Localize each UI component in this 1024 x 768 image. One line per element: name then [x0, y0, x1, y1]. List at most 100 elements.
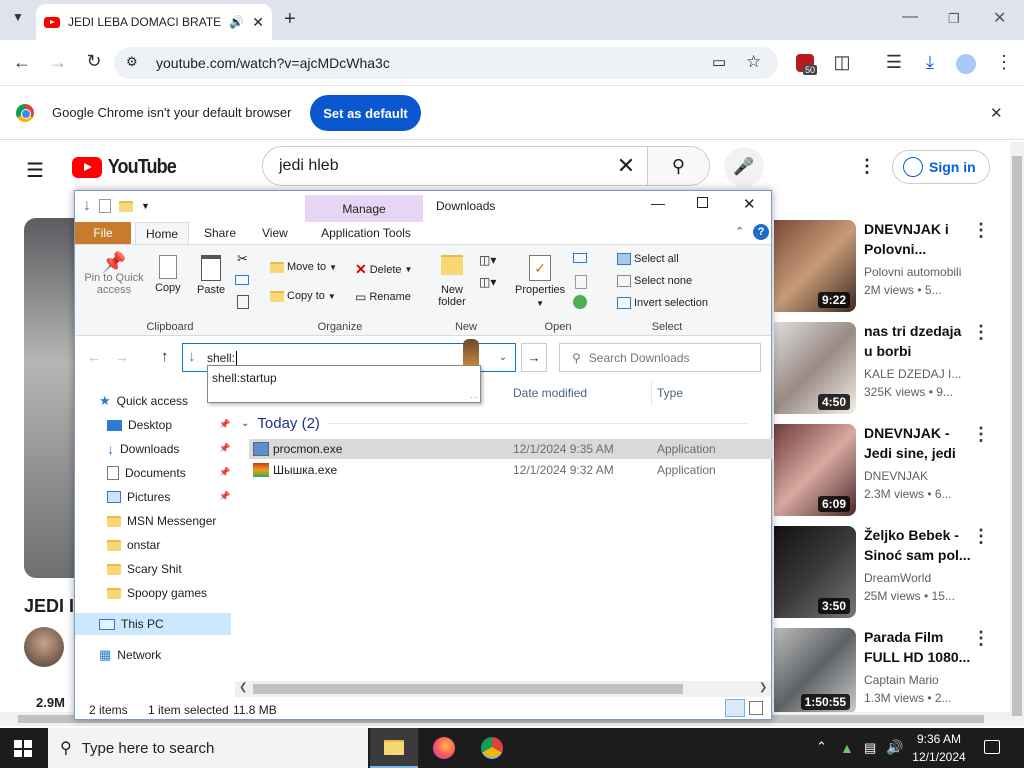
voice-search-button[interactable]: 🎤	[724, 147, 764, 187]
nav-item-documents[interactable]: Documents	[107, 463, 186, 483]
media-control-icon[interactable]: ☰	[884, 52, 904, 73]
volume-tray-icon[interactable]: 🔊	[886, 739, 903, 756]
explorer-minimize-button[interactable]: —	[651, 195, 665, 211]
move-to-button[interactable]: Move to ▼	[270, 261, 337, 273]
copy-to-button[interactable]: Copy to ▼	[270, 290, 336, 302]
chrome-menu-icon[interactable]: ⋮	[994, 52, 1014, 73]
chrome-taskbar-icon[interactable]	[481, 737, 503, 759]
new-folder-icon[interactable]	[119, 200, 133, 212]
nav-item-pictures[interactable]: Pictures	[107, 487, 170, 507]
rec-menu-icon[interactable]: ⋮	[972, 220, 990, 241]
clock-time[interactable]: 9:36 AM	[908, 732, 970, 746]
tab-file[interactable]: File	[75, 222, 131, 244]
tab-view[interactable]: View	[252, 222, 298, 244]
open-icon[interactable]	[573, 253, 587, 263]
explorer-forward-button[interactable]: →	[115, 349, 129, 365]
rec-channel[interactable]: DreamWorld	[864, 569, 972, 587]
rec-channel[interactable]: DNEVNJAK	[864, 467, 972, 485]
clock-date[interactable]: 12/1/2024	[908, 750, 970, 764]
extensions-puzzle-icon[interactable]: ◫	[832, 52, 852, 73]
paste-shortcut-icon[interactable]	[237, 295, 249, 309]
group-header[interactable]: ⌄ Today (2)	[241, 415, 748, 432]
rec-channel[interactable]: KALE DZEDAJ I...	[864, 365, 972, 383]
close-window-button[interactable]: ✕	[993, 8, 1006, 28]
site-info-icon[interactable]: ⚙	[126, 54, 138, 70]
tab-search-button[interactable]: ▼	[12, 10, 24, 24]
youtube-search-button[interactable]: ⚲	[647, 147, 709, 185]
column-header-type[interactable]: Type	[657, 386, 683, 400]
properties-icon[interactable]	[99, 199, 111, 213]
help-icon[interactable]: ?	[753, 224, 769, 240]
rec-menu-icon[interactable]: ⋮	[972, 628, 990, 649]
channel-avatar[interactable]	[24, 627, 64, 667]
edit-icon[interactable]	[575, 275, 587, 289]
notification-icon[interactable]	[984, 740, 1000, 754]
address-input[interactable]: shell:	[207, 350, 238, 365]
explorer-search-box[interactable]: ⚲ Search Downloads	[559, 343, 761, 372]
install-icon[interactable]: ▭	[712, 53, 726, 71]
taskbar-search-box[interactable]: ⚲ Type here to search	[48, 728, 368, 768]
nav-item-folder[interactable]: MSN Messenger	[107, 511, 216, 531]
nav-quick-access[interactable]: ★ Quick access	[99, 391, 188, 411]
rec-menu-icon[interactable]: ⋮	[972, 322, 990, 343]
rec-menu-icon[interactable]: ⋮	[972, 526, 990, 547]
minimize-button[interactable]: —	[902, 8, 918, 26]
cut-icon[interactable]: ✂	[237, 251, 248, 267]
rec-video-title[interactable]: Željko Bebek - Sinoć sam pol...	[864, 525, 972, 565]
pin-to-quick-access-button[interactable]: 📌 Pin to Quick access	[81, 253, 147, 296]
delete-button[interactable]: ✕ Delete ▼	[355, 261, 412, 278]
tab-close-icon[interactable]: ✕	[252, 14, 264, 31]
easy-access-icon[interactable]: ◫▾	[479, 275, 496, 289]
explorer-maximize-button[interactable]	[697, 197, 708, 208]
network-tray-icon[interactable]: ▤	[864, 740, 876, 756]
forward-button[interactable]: →	[48, 52, 68, 73]
rename-button[interactable]: ▭ Rename	[355, 290, 411, 304]
explorer-close-button[interactable]: ✕	[743, 195, 756, 213]
down-arrow-icon[interactable]: ↓	[83, 197, 91, 215]
rec-video-title[interactable]: nas tri dzedaja u borbi	[864, 321, 972, 361]
copy-path-icon[interactable]	[235, 275, 249, 285]
restore-button[interactable]: ❐	[948, 11, 960, 27]
history-icon[interactable]	[573, 295, 587, 309]
reload-button[interactable]: ↻	[84, 51, 104, 72]
file-row[interactable]: Шышка.exe 12/1/2024 9:32 AM Application	[249, 460, 773, 480]
address-bar[interactable]: ⚙ youtube.com/watch?v=ajcMDcWha3c ▭ ☆	[114, 47, 778, 79]
bookmark-star-icon[interactable]: ☆	[746, 52, 761, 72]
copy-button[interactable]: Copy	[155, 255, 181, 294]
paste-button[interactable]: Paste	[197, 255, 225, 296]
start-button[interactable]	[14, 740, 32, 757]
rec-channel[interactable]: Captain Mario	[864, 671, 972, 689]
rec-video-title[interactable]: Parada Film FULL HD 1080...	[864, 627, 972, 667]
page-vertical-scrollbar[interactable]	[1010, 142, 1024, 726]
collapse-ribbon-icon[interactable]: ⌃	[735, 225, 744, 238]
set-as-default-button[interactable]: Set as default	[310, 95, 421, 131]
video-thumbnail[interactable]: 3:50	[774, 526, 856, 618]
nav-item-downloads[interactable]: ↓ Downloads	[107, 439, 179, 459]
sign-in-button[interactable]: Sign in	[892, 150, 990, 184]
nav-network[interactable]: ▦ Network	[99, 645, 161, 665]
video-thumbnail[interactable]: 4:50	[774, 322, 856, 414]
taskbar-explorer-button[interactable]	[370, 728, 418, 768]
youtube-search-input[interactable]: jedi hleb	[263, 157, 605, 175]
select-all-button[interactable]: Select all	[617, 253, 679, 265]
explorer-horizontal-scrollbar[interactable]: ❮ ❯	[235, 681, 771, 697]
explorer-up-button[interactable]: ↑	[161, 348, 169, 365]
nav-item-desktop[interactable]: Desktop	[107, 415, 172, 435]
video-thumbnail[interactable]: 9:22	[774, 220, 856, 312]
rec-video-title[interactable]: DNEVNJAK - Jedi sine, jedi	[864, 423, 972, 463]
youtube-search-box[interactable]: jedi hleb ✕ ⚲	[262, 146, 710, 186]
browser-tab[interactable]: JEDI LEBA DOMACI BRATE 🔊 ✕	[36, 4, 272, 40]
rec-channel[interactable]: Polovni automobili	[864, 263, 972, 281]
new-tab-button[interactable]: +	[284, 8, 296, 31]
rec-menu-icon[interactable]: ⋮	[972, 424, 990, 445]
firefox-taskbar-icon[interactable]	[433, 737, 455, 759]
back-button[interactable]: ←	[12, 52, 32, 73]
youtube-settings-icon[interactable]: ⋮	[858, 156, 876, 177]
large-icons-view-button[interactable]	[749, 701, 763, 715]
scroll-right-icon[interactable]: ❯	[759, 682, 767, 693]
nav-item-folder[interactable]: Spoopy games	[107, 583, 207, 603]
download-icon[interactable]: ⤓	[920, 52, 940, 73]
customize-qat-icon[interactable]: ▼	[141, 201, 150, 211]
audio-icon[interactable]: 🔊	[229, 15, 244, 29]
autocomplete-item[interactable]: shell:startup	[208, 366, 480, 390]
